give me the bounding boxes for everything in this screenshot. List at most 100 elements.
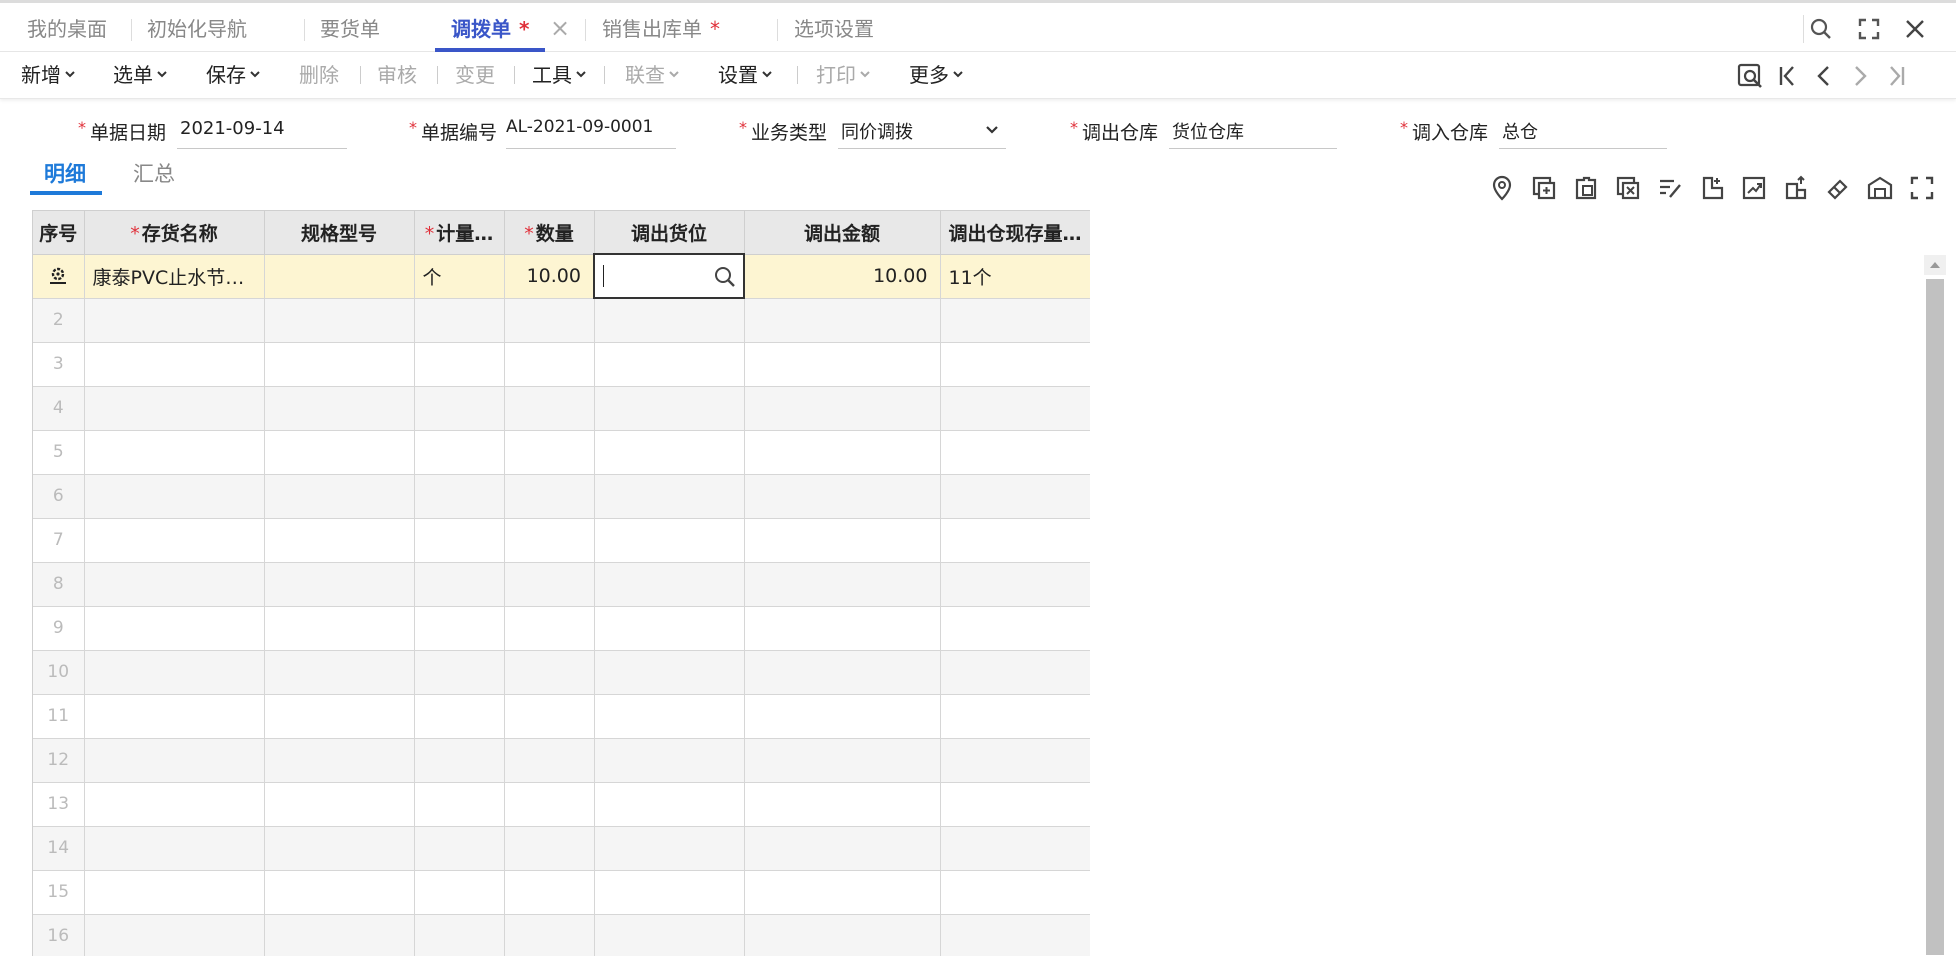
tab-option-settings[interactable]: 选项设置 [794,3,874,52]
save-button[interactable]: 保存 [206,52,261,98]
eraser-icon[interactable] [1824,174,1852,202]
tab-sales-outbound[interactable]: 销售出库单 * [602,3,720,52]
audit-button[interactable]: 审核 [377,52,417,98]
new-button[interactable]: 新增 [21,52,76,98]
row-number: 16 [33,914,85,956]
split-row-icon[interactable] [1698,174,1726,202]
table-row[interactable]: 康泰PVC止水节… 个 10.00 10.00 11个 [33,253,1090,299]
table-row[interactable]: 5 [33,430,1090,475]
search-icon[interactable] [1808,16,1834,42]
chevron-down-icon [669,70,679,77]
detail-grid: 序号 * 存货名称 规格型号 * 计量… * 数量 调出货位 调出金额 调出仓现存量…… [32,210,1090,956]
table-row[interactable]: 13 [33,782,1090,827]
merge-rows-icon[interactable] [1782,174,1810,202]
row-number: 11 [33,694,85,739]
close-icon[interactable] [1902,16,1928,42]
tab-separator [777,19,778,41]
expand-table-icon[interactable] [1908,174,1936,202]
cell-amount[interactable]: 10.00 [744,254,941,299]
col-header-name[interactable]: * 存货名称 [84,211,265,255]
table-row[interactable]: 4 [33,386,1090,431]
scroll-thumb[interactable] [1926,279,1944,955]
pick-order-button[interactable]: 选单 [113,52,168,98]
table-row[interactable]: 12 [33,738,1090,783]
table-row[interactable]: 11 [33,694,1090,739]
out-warehouse-input[interactable]: 货位仓库 [1172,118,1244,144]
toolbar-separator [604,66,605,84]
row-number: 5 [33,430,85,475]
cell-spec[interactable] [264,254,415,299]
previous-record-icon[interactable] [1810,62,1838,90]
table-row[interactable]: 3 [33,342,1090,387]
gear-icon[interactable] [47,265,69,287]
export-chart-icon[interactable] [1740,174,1768,202]
tools-button[interactable]: 工具 [532,52,587,98]
scroll-up-button[interactable] [1924,255,1946,275]
table-row[interactable]: 7 [33,518,1090,563]
vertical-scrollbar[interactable] [1924,255,1946,955]
in-warehouse-input[interactable]: 总仓 [1502,118,1538,144]
tab-my-desktop[interactable]: 我的桌面 [27,3,107,52]
chevron-down-icon[interactable] [984,122,1000,138]
delete-button[interactable]: 删除 [299,52,339,98]
tab-requisition[interactable]: 要货单 [320,3,380,52]
first-record-icon[interactable] [1774,62,1802,90]
cell-qty[interactable]: 10.00 [504,254,595,299]
row-number: 2 [33,298,85,343]
fullscreen-icon[interactable] [1856,16,1882,42]
more-button[interactable]: 更多 [909,52,964,98]
col-header-qty[interactable]: * 数量 [504,211,595,255]
search-icon[interactable] [713,265,737,289]
chevron-down-icon [157,70,167,77]
tab-summary[interactable]: 汇总 [133,158,175,188]
col-header-location[interactable]: 调出货位 [594,211,745,255]
change-button[interactable]: 变更 [455,52,495,98]
tab-detail[interactable]: 明细 [44,158,86,188]
toolbar-separator [360,66,361,84]
warehouse-icon[interactable] [1866,174,1894,202]
col-header-amount[interactable]: 调出金额 [744,211,941,255]
edit-lines-icon[interactable] [1656,174,1684,202]
text-cursor [603,265,604,288]
tab-separator [131,19,132,41]
row-number: 12 [33,738,85,783]
query-button[interactable]: 联查 [625,52,680,98]
table-row[interactable]: 14 [33,826,1090,871]
copy-row-icon[interactable] [1572,174,1600,202]
col-header-unit[interactable]: * 计量… [414,211,505,255]
table-row[interactable]: 10 [33,650,1090,695]
col-header-spec[interactable]: 规格型号 [264,211,415,255]
locate-record-icon[interactable] [1736,62,1764,90]
row-settings-cell[interactable] [33,254,85,299]
table-row[interactable]: 9 [33,606,1090,651]
cell-unit[interactable]: 个 [414,254,505,299]
col-header-seq: 序号 [33,211,85,255]
next-record-icon[interactable] [1846,62,1874,90]
row-number: 15 [33,870,85,915]
row-number: 9 [33,606,85,651]
number-input[interactable]: AL-2021-09-0001 [506,117,653,137]
table-row[interactable]: 6 [33,474,1090,519]
table-row[interactable]: 16 [33,914,1090,956]
add-row-icon[interactable] [1530,174,1558,202]
col-header-stock[interactable]: 调出仓现存量… [940,211,1090,255]
row-number: 3 [33,342,85,387]
tab-transfer-order[interactable]: 调拨单 * [435,3,546,52]
last-record-icon[interactable] [1882,62,1910,90]
row-number: 4 [33,386,85,431]
location-pin-icon[interactable] [1488,174,1516,202]
print-button[interactable]: 打印 [816,52,871,98]
date-input[interactable]: 2021-09-14 [180,118,285,139]
row-number: 8 [33,562,85,607]
cell-name[interactable]: 康泰PVC止水节… [84,254,265,299]
delete-row-icon[interactable] [1614,174,1642,202]
cell-stock: 11个 [940,254,1090,299]
table-row[interactable]: 8 [33,562,1090,607]
table-row[interactable]: 15 [33,870,1090,915]
settings-button[interactable]: 设置 [718,52,773,98]
cell-location-editor[interactable] [593,253,745,299]
table-row[interactable]: 2 [33,298,1090,343]
biz-type-select[interactable]: 同价调拨 [841,118,913,144]
tab-init-guide[interactable]: 初始化导航 [147,3,247,52]
tab-close-icon[interactable]: × [550,15,570,41]
